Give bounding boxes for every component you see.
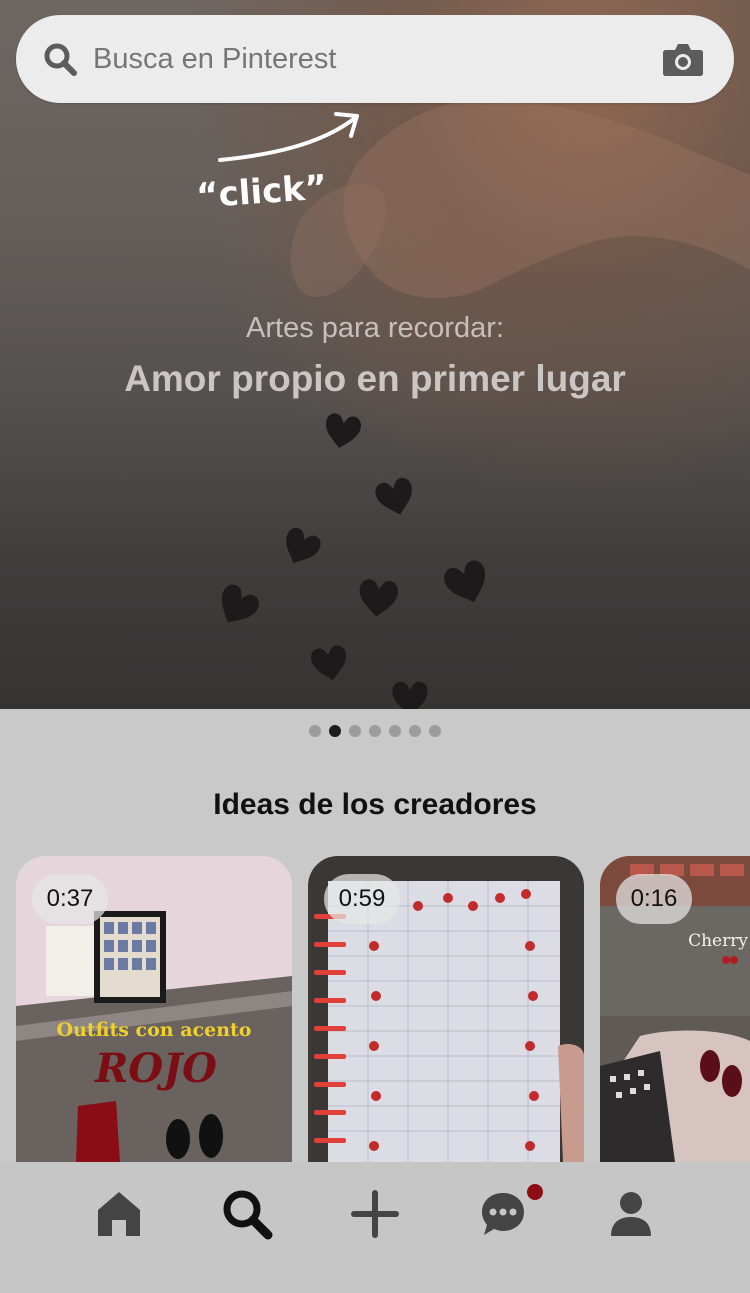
search-icon [223,1190,273,1240]
search-icon [44,43,77,76]
carousel-dot[interactable] [389,725,401,737]
tab-home[interactable] [87,1182,151,1246]
hero-handwriting: “click” [195,167,328,216]
carousel-dot[interactable] [309,725,321,737]
carousel-indicator[interactable] [309,725,441,737]
video-card-outfits[interactable]: Outfits con acento ROJO 0:37 [16,856,292,1162]
chat-icon [482,1193,524,1235]
home-icon [98,1192,140,1236]
search-bar[interactable]: Busca en Pinterest [16,15,734,103]
carousel-dot-active[interactable] [329,725,341,737]
video-duration: 0:16 [616,874,692,924]
video-card-cherry[interactable]: Cherry 0:16 [600,856,750,1162]
tab-search[interactable] [215,1182,279,1246]
carousel-dot[interactable] [349,725,361,737]
search-input[interactable]: Busca en Pinterest [93,40,336,78]
carousel-dot[interactable] [369,725,381,737]
section-title: Ideas de los creadores [213,788,537,821]
bottom-tab-bar [0,1162,750,1293]
tab-messages[interactable] [471,1182,543,1246]
card-overlay-line2: ROJO [94,1045,217,1092]
carousel-dot[interactable] [429,725,441,737]
notification-badge [527,1184,543,1200]
camera-icon[interactable] [662,41,704,77]
card-overlay-line1: Cherry [688,931,748,951]
plus-icon [351,1190,399,1238]
card-overlay-line1: Outfits con acento [57,1019,252,1041]
hero-banner[interactable]: “click” Busca en Pinterest Artes para re… [0,0,750,709]
person-icon [611,1192,651,1236]
video-card-notebook[interactable]: 0:59 [308,856,584,1162]
tab-create[interactable] [343,1182,407,1246]
hero-illustration: “click” [195,99,750,709]
video-duration: 0:37 [32,874,108,924]
tab-profile[interactable] [599,1182,663,1246]
carousel-dot[interactable] [409,725,421,737]
hero-title: Amor propio en primer lugar [124,358,626,399]
video-duration: 0:59 [324,874,400,924]
hero-subtitle: Artes para recordar: [246,312,504,344]
